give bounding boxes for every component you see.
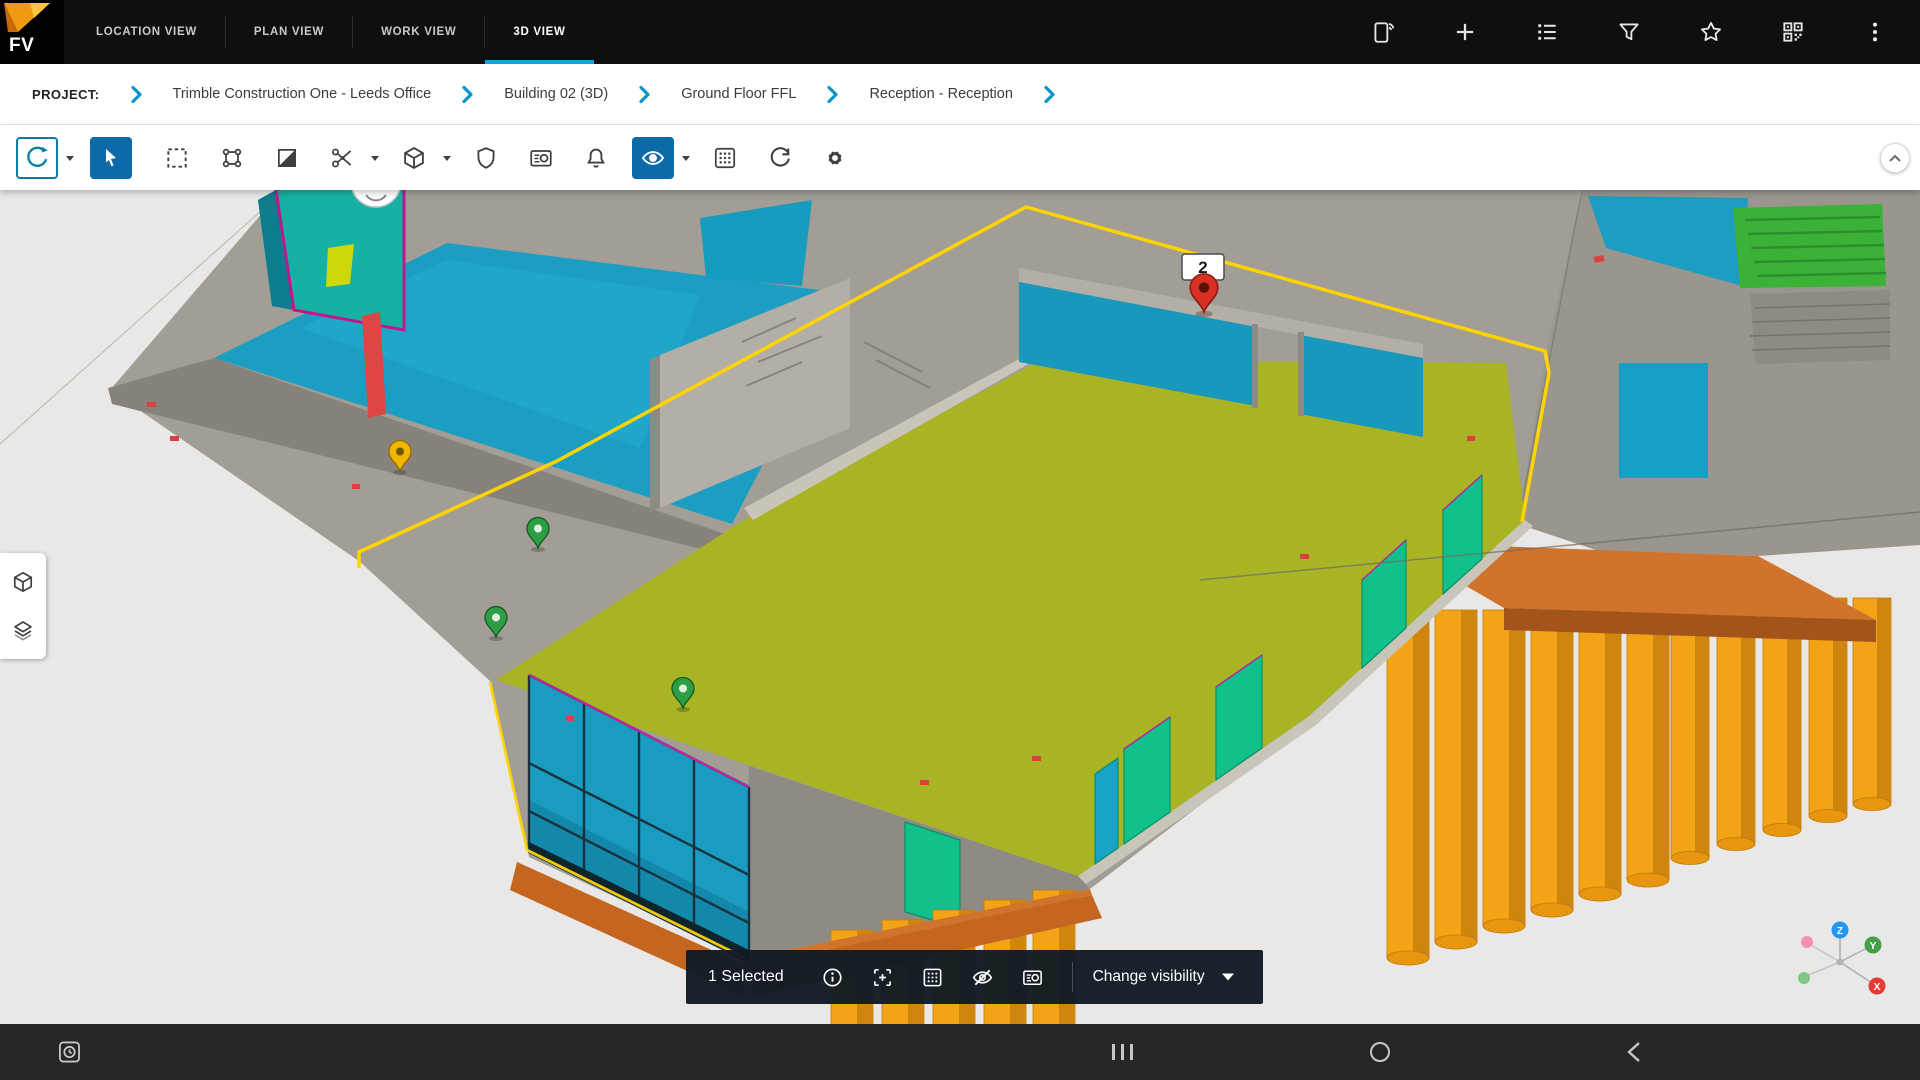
top-bar: FV LOCATION VIEW PLAN VIEW WORK VIEW 3D … [0,0,1920,64]
3d-model-canvas[interactable]: 2 [0,190,1920,1024]
building-right-wing [1518,190,1920,556]
breadcrumb-item-floor[interactable]: Ground Floor FFL [681,86,796,102]
tab-label: LOCATION VIEW [96,26,197,38]
top-bar-actions [1368,0,1920,64]
gizmo-axis-y[interactable]: Y [1865,937,1882,954]
model-box-icon[interactable] [395,139,433,177]
chevron-right-icon [638,85,651,104]
orbit-tool-button[interactable] [16,137,58,179]
selection-count: 1 Selected [708,968,784,986]
toolbar-divider [1072,962,1073,992]
3d-toolbar [0,125,1920,190]
chevron-right-icon [826,85,839,104]
list-icon[interactable] [1532,17,1562,47]
selection-toolbar: 1 Selected [686,950,1263,1004]
marquee-select-icon[interactable] [158,139,196,177]
main-tabs: LOCATION VIEW PLAN VIEW WORK VIEW 3D VIE… [68,0,594,64]
screen-capture-icon[interactable] [56,1039,83,1066]
select-tool-button[interactable] [90,137,132,179]
layers-icon[interactable] [0,606,46,654]
breadcrumb-item-building[interactable]: Building 02 (3D) [504,86,608,102]
info-icon[interactable] [820,964,846,990]
gizmo-hub [1837,959,1844,966]
slope-tool-icon[interactable] [268,139,306,177]
app-logo-text: FV [9,35,34,57]
svg-text:Y: Y [1869,940,1876,952]
star-icon[interactable] [1696,17,1726,47]
cut-tool-caret[interactable] [367,139,383,177]
tab-label: PLAN VIEW [254,26,324,38]
qr-scan-icon[interactable] [1778,17,1808,47]
gizmo-pink-handle[interactable] [1801,936,1813,948]
zoom-to-selection-icon[interactable] [870,964,896,990]
app-logo[interactable]: FV [0,0,64,64]
chevron-right-icon [1043,85,1056,104]
breadcrumb-item-project[interactable]: Trimble Construction One - Leeds Office [173,86,432,102]
gizmo-axis-x[interactable]: X [1869,978,1886,995]
recent-apps-button[interactable] [1112,1043,1133,1061]
orientation-gizmo[interactable]: Z Y X [1796,916,1896,1000]
foundation-piles-right [1387,598,1891,965]
view-capture-icon[interactable] [522,139,560,177]
cut-tool-icon[interactable] [323,139,361,177]
svg-text:Z: Z [1837,925,1844,937]
capture-view-icon[interactable] [1020,964,1046,990]
tab-plan-view[interactable]: PLAN VIEW [226,0,352,64]
tab-work-view[interactable]: WORK VIEW [353,0,484,64]
add-icon[interactable] [1450,17,1480,47]
hide-selection-eye-off-icon[interactable] [970,964,996,990]
gizmo-axis-z[interactable]: Z [1832,922,1849,939]
home-button[interactable] [1368,1040,1392,1064]
overflow-menu-icon[interactable] [1860,17,1890,47]
notifications-bell-icon[interactable] [577,139,615,177]
breadcrumb-label: PROJECT: [32,87,100,102]
change-visibility-label: Change visibility [1093,968,1205,986]
chevron-down-icon [1221,972,1235,982]
tab-label: 3D VIEW [513,26,565,38]
chevron-right-icon [130,85,143,104]
tab-label: WORK VIEW [381,26,456,38]
change-visibility-button[interactable]: Change visibility [1087,968,1241,986]
transform-select-icon[interactable] [213,139,251,177]
model-box-caret[interactable] [439,139,455,177]
svg-text:X: X [1873,981,1880,993]
visibility-tool-caret[interactable] [678,139,694,177]
filter-icon[interactable] [1614,17,1644,47]
breadcrumb: PROJECT: Trimble Construction One - Leed… [0,64,1920,125]
view-options-panel [0,553,46,659]
android-nav-bar [0,1024,1920,1080]
app-root: FV LOCATION VIEW PLAN VIEW WORK VIEW 3D … [0,0,1920,1080]
measure-grid-icon[interactable] [706,139,744,177]
refresh-icon[interactable] [761,139,799,177]
remote-cast-icon[interactable] [1368,17,1398,47]
chevron-right-icon [461,85,474,104]
visibility-tool-button[interactable] [632,137,674,179]
collapse-toolbar-button[interactable] [1880,143,1910,173]
measure-grid-icon[interactable] [920,964,946,990]
model-views-cube-icon[interactable] [0,558,46,606]
settings-gear-icon[interactable] [816,139,854,177]
3d-viewport[interactable]: 2 1 Selected [0,190,1920,1024]
orbit-tool-caret[interactable] [62,139,78,177]
breadcrumb-item-room[interactable]: Reception - Reception [869,86,1012,102]
shield-icon[interactable] [467,139,505,177]
gizmo-green-handle[interactable] [1798,972,1810,984]
back-button[interactable] [1626,1041,1642,1063]
tab-3d-view[interactable]: 3D VIEW [485,0,593,64]
tab-location-view[interactable]: LOCATION VIEW [68,0,225,64]
